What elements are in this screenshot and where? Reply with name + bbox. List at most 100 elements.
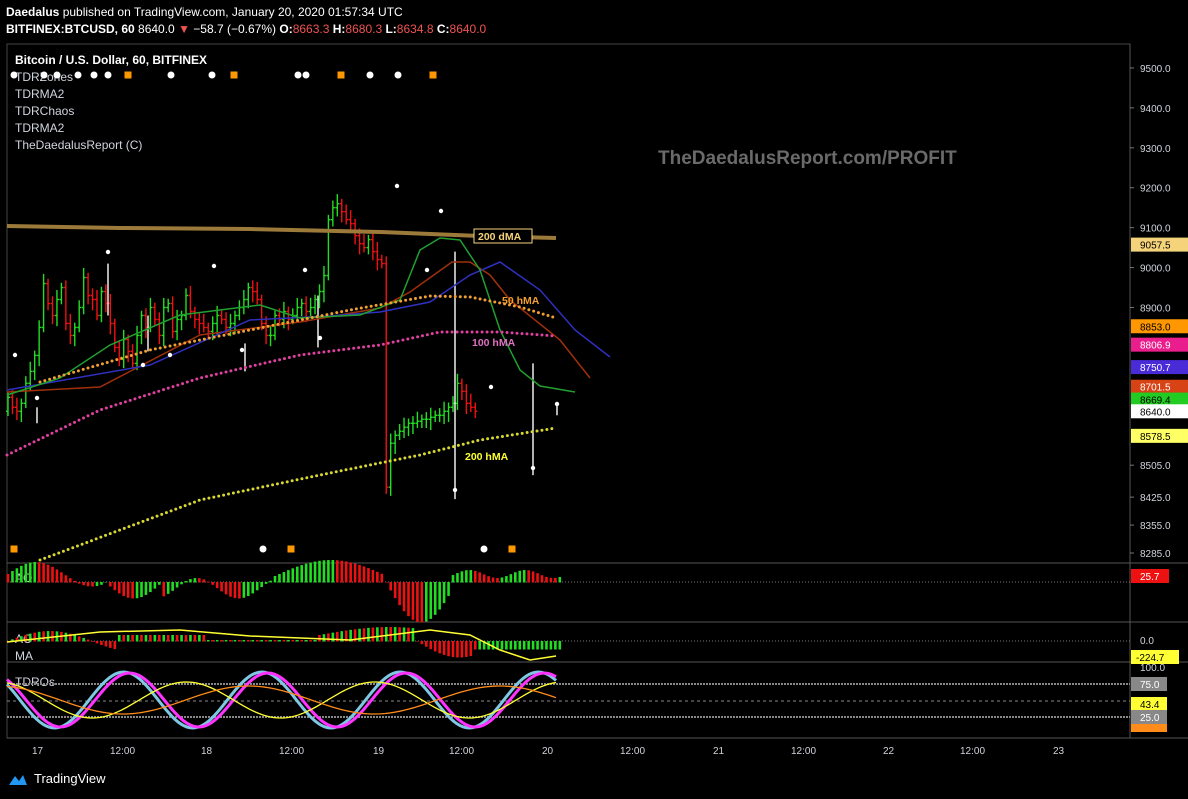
price-tag-label: 8750.7 [1140,363,1171,374]
x-tick-label: 17 [32,746,44,757]
ao-bar [425,582,428,622]
ao-bar [358,564,361,583]
aoma-bar [465,641,468,657]
ao-bar [238,582,241,599]
ao-bar [100,582,103,585]
zone-dot [294,71,302,79]
zone-dot [259,545,267,553]
aoma-signal-line [6,629,557,661]
x-tick-label: 22 [883,746,895,757]
aoma-bar [425,641,428,647]
ao-bar [438,582,441,610]
x-tick-label: 19 [373,746,385,757]
ao-bar [491,577,495,583]
ao-bar [37,562,41,583]
tdros-tag-label: 25.0 [1140,713,1160,724]
aoma-bar [331,632,335,642]
aoma-bar [442,641,446,655]
aoma-bar [554,641,557,650]
ao-bar [86,582,90,587]
ao-bar [91,582,94,587]
ao-bar [215,582,219,589]
aoma-bar [37,631,41,642]
zone-square [10,545,18,553]
y-tick-label: 9300.0 [1140,144,1171,155]
ao-bar [77,582,81,584]
aoma-bar [438,641,441,654]
ao-bar [344,561,348,583]
ao-bar [505,576,508,583]
aoma-bar [362,628,366,642]
x-tick-label: 12:00 [791,746,816,757]
ao-bar [229,582,232,597]
ao-bar [220,582,223,592]
aoma-bar [126,635,130,642]
ao-bar [104,582,108,583]
aoma-bar [153,635,157,642]
aoma-bar [189,635,192,642]
tradingview-footer[interactable]: TradingView [8,771,106,786]
ao-bar [189,579,192,583]
aoma-bar [545,641,548,650]
hma-100-line [5,330,558,457]
aoma-bar [451,641,455,658]
ao-bar [398,582,401,606]
fractal-dot [554,401,560,407]
aoma-bar [122,635,125,642]
ao-bar [95,582,99,587]
aoma-bar [166,635,170,642]
price-tag-label: 8701.5 [1140,383,1171,394]
zone-square [230,71,238,79]
ao-bar [135,582,139,599]
aoma-bar [429,641,433,650]
aoma-bar [193,635,197,642]
ao-bar [367,568,370,583]
ao-bar [411,582,415,620]
ao-bar [51,566,54,583]
aoma-bar [367,627,370,642]
ao-bar [82,582,85,586]
aoma-bar [522,641,526,650]
aoma-bar [171,635,174,642]
fractal-dot [488,384,494,390]
zone-dot [40,71,48,79]
aoma-bar [304,640,308,642]
ao-bar [28,562,32,583]
aoma-bar [211,640,214,642]
aoma-bar [46,631,50,642]
ao-bar [287,570,290,583]
aoma-bar [104,641,108,647]
ao-bar [327,560,330,583]
legend-item: TDRMA2 [15,87,65,101]
fractal-dot [438,208,444,214]
aoma-bar [184,635,188,642]
zone-square [124,71,132,79]
legend-item: TheDaedalusReport (C) [15,138,142,152]
ao-bar [313,561,317,583]
chart-canvas[interactable]: TheDaedalusReport.com/PROFIT Bitcoin / U.… [0,0,1188,799]
aoma-bar [509,641,513,650]
ao-bar [478,572,481,583]
ao-bar [20,565,23,583]
aoma-bar [278,640,281,642]
fractal-dot [452,487,458,493]
aoma-bar [518,641,522,650]
y-tick-label: 9000.0 [1140,264,1171,275]
ao-bar [140,582,143,598]
aoma-bar [100,641,103,646]
aoma-bar [162,635,166,642]
aoma-bar [77,636,81,642]
ao-bar [180,582,183,585]
ma-label: 200 hMA [465,451,509,463]
ao-bar [451,575,455,583]
aoma-bar [220,640,223,642]
aoma-bar [82,637,85,642]
aoma-bar [447,641,450,657]
aoma-bar [131,635,134,642]
aoma-bar [313,640,317,642]
aoma-bar [309,640,312,642]
aoma-bar [233,640,237,642]
ao-bar [473,570,477,583]
ao-bar [273,576,277,583]
price-tag-label: 8640.0 [1140,407,1171,418]
